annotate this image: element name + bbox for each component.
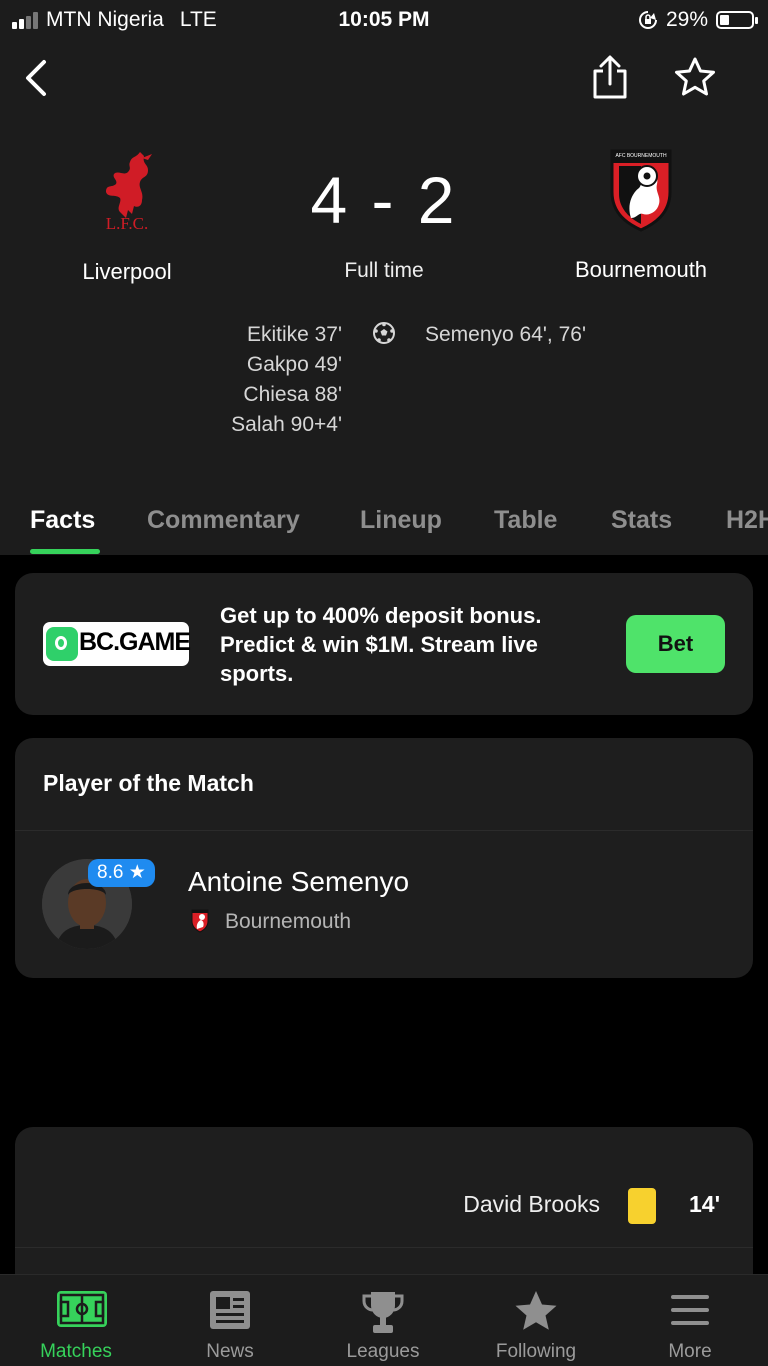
match-score: 4 - 2 bbox=[310, 163, 458, 237]
nav-label: Following bbox=[495, 1341, 577, 1362]
divider bbox=[15, 1247, 753, 1248]
tab-h2h[interactable]: H2H bbox=[726, 506, 768, 535]
match-status: Full time bbox=[344, 259, 424, 282]
away-crest-text: AFC BOURNEMOUTH bbox=[615, 153, 667, 159]
star-icon bbox=[515, 1291, 557, 1330]
battery-percent: 29% bbox=[665, 8, 708, 31]
match-header: L.F.C. Liverpool AFC BOURNEMOUTH Bournem… bbox=[0, 40, 768, 555]
home-scorer[interactable]: Salah 90+4' bbox=[231, 410, 342, 440]
player-of-match-card: Player of the Match 8.6 ★ Antoine Semeny… bbox=[15, 738, 753, 978]
menu-icon bbox=[671, 1295, 709, 1325]
tab-lineup[interactable]: Lineup bbox=[360, 506, 442, 535]
match-tabs: Facts Commentary Lineup Table Stats H2H bbox=[0, 492, 768, 552]
tab-stats[interactable]: Stats bbox=[611, 506, 672, 535]
rating-badge: 8.6 ★ bbox=[88, 859, 155, 887]
divider bbox=[15, 830, 753, 831]
nav-label: Leagues bbox=[346, 1341, 420, 1362]
rotation-lock-icon bbox=[639, 11, 657, 29]
away-scorer[interactable]: Semenyo 64', 76' bbox=[425, 320, 586, 350]
nav-label: More bbox=[668, 1341, 712, 1362]
bet-button[interactable]: Bet bbox=[626, 615, 725, 673]
bottom-nav: Matches News Leagues Following More bbox=[0, 1274, 768, 1366]
away-scorers: Semenyo 64', 76' bbox=[425, 320, 586, 350]
favorite-star-icon[interactable] bbox=[673, 56, 717, 98]
player-team: Bournemouth bbox=[225, 910, 352, 933]
nav-label: Matches bbox=[40, 1341, 112, 1362]
home-scorer[interactable]: Gakpo 49' bbox=[231, 350, 342, 380]
event-player[interactable]: David Brooks bbox=[463, 1191, 600, 1218]
home-scorer[interactable]: Ekitike 37' bbox=[231, 320, 342, 350]
bc-game-logo-icon bbox=[46, 627, 78, 661]
nav-label: News bbox=[206, 1341, 254, 1362]
share-icon[interactable] bbox=[590, 54, 630, 100]
section-title: Player of the Match bbox=[43, 770, 254, 796]
ad-card[interactable]: BC.GAME Get up to 400% deposit bonus. Pr… bbox=[15, 573, 753, 715]
tab-commentary[interactable]: Commentary bbox=[147, 506, 300, 535]
active-tab-indicator bbox=[30, 549, 100, 554]
event-row[interactable]: David Brooks 14' bbox=[15, 1127, 753, 1247]
team-crest-icon bbox=[191, 909, 209, 933]
status-bar: MTN Nigeria LTE 10:05 PM 29% bbox=[0, 0, 768, 40]
player-name[interactable]: Antoine Semenyo bbox=[188, 866, 409, 898]
trophy-icon bbox=[362, 1292, 404, 1333]
tab-table[interactable]: Table bbox=[494, 506, 557, 535]
ad-logo-text: BC.GAME bbox=[79, 628, 191, 656]
home-scorers: Ekitike 37' Gakpo 49' Chiesa 88' Salah 9… bbox=[231, 320, 342, 440]
battery-icon bbox=[716, 11, 758, 29]
pitch-icon bbox=[57, 1291, 107, 1327]
back-arrow-icon[interactable] bbox=[22, 58, 50, 98]
newspaper-icon bbox=[210, 1291, 250, 1329]
yellow-card-icon bbox=[628, 1188, 656, 1224]
ad-text: Get up to 400% deposit bonus. Predict & … bbox=[220, 603, 542, 686]
event-minute: 14' bbox=[689, 1191, 721, 1217]
tab-facts[interactable]: Facts bbox=[30, 506, 95, 535]
ad-logo: BC.GAME bbox=[43, 622, 191, 666]
home-scorer[interactable]: Chiesa 88' bbox=[231, 380, 342, 410]
football-icon bbox=[373, 322, 395, 344]
